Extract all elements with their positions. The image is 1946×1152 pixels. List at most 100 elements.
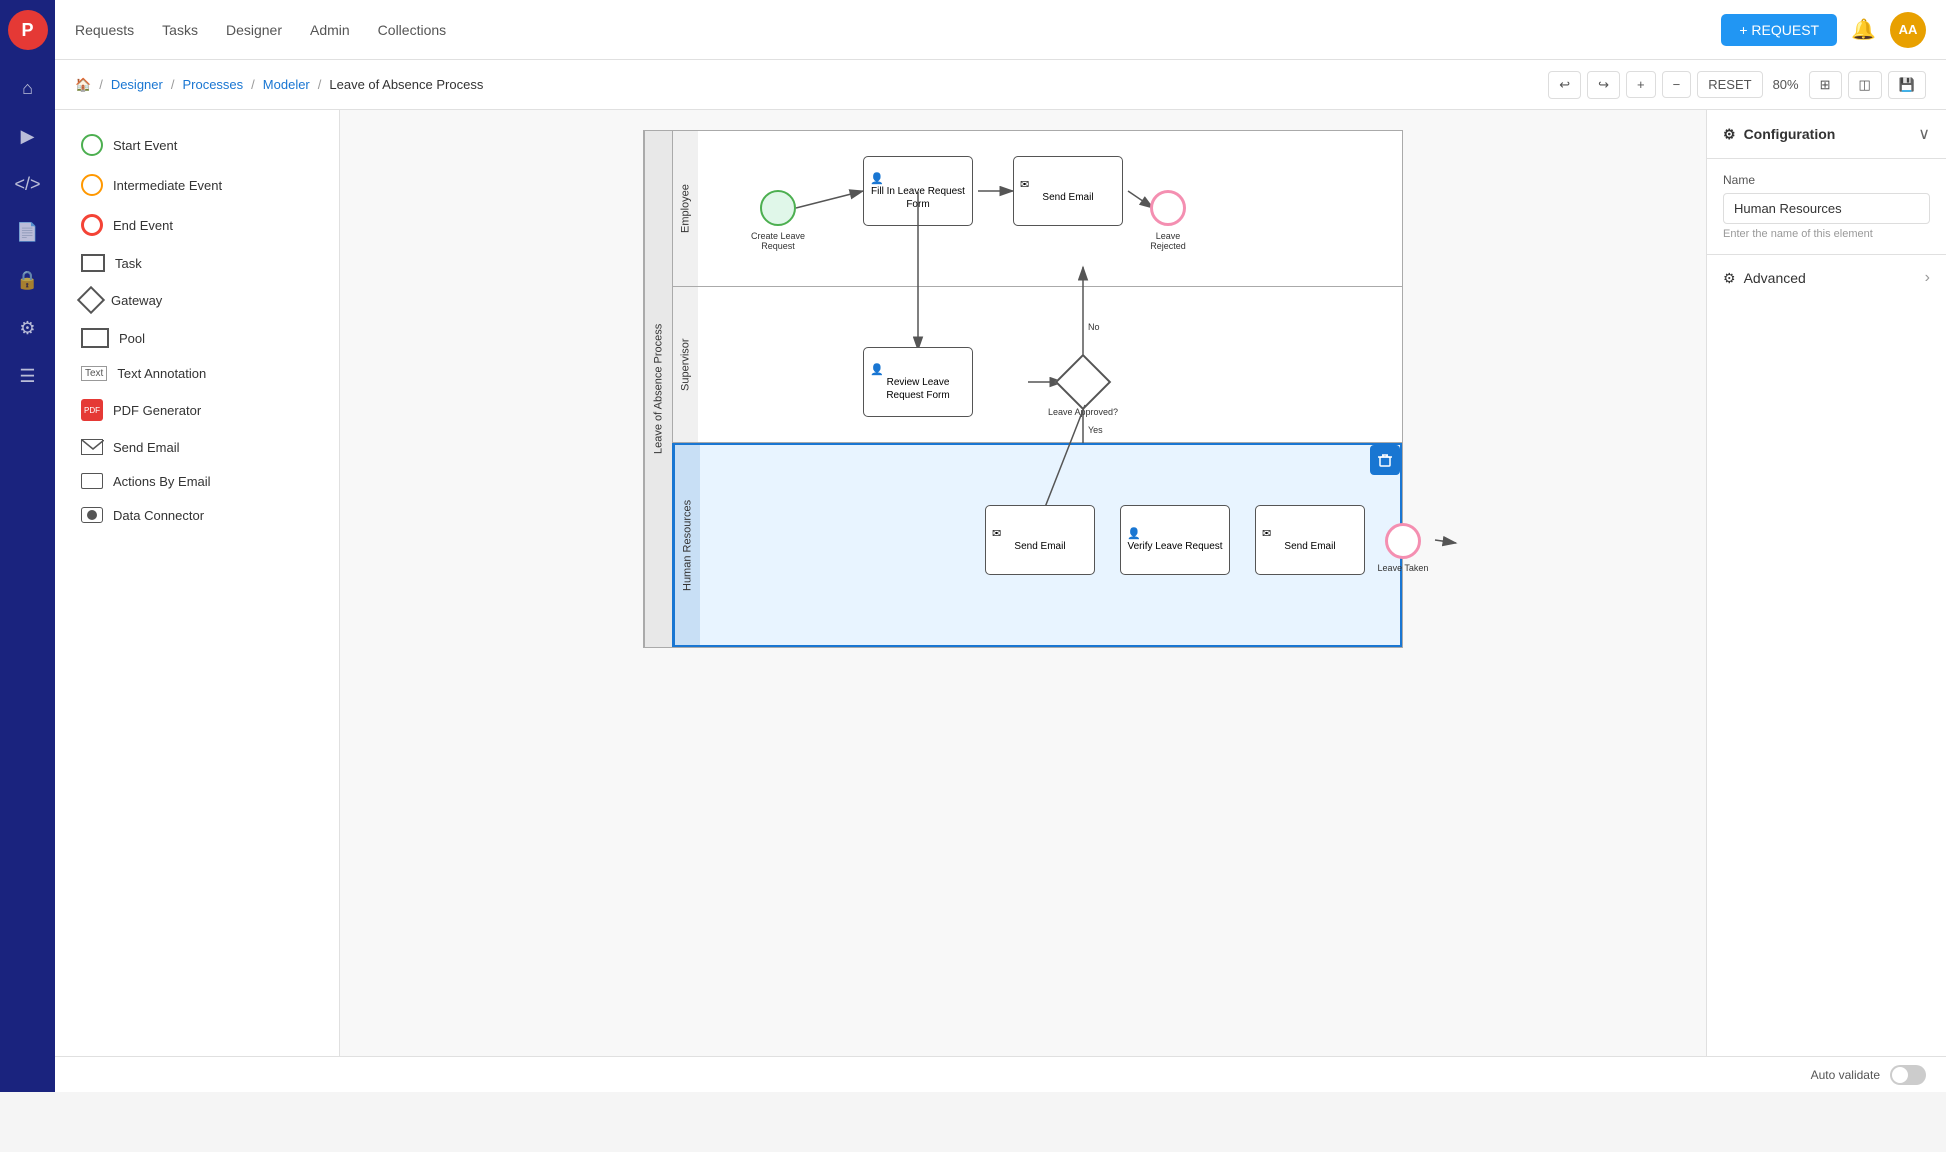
send-email-task-1[interactable]: ✉ Send Email [1013, 156, 1123, 226]
zoom-out-button[interactable]: − [1662, 71, 1692, 98]
sidebar-icon-menu[interactable]: ☰ [8, 356, 48, 396]
config-name-section: Name Enter the name of this element [1707, 159, 1946, 255]
panel-item-start-event[interactable]: Start Event [71, 126, 323, 164]
human-resources-lane[interactable]: Human Resources [672, 443, 1402, 647]
nav-designer[interactable]: Designer [226, 22, 282, 38]
advanced-row[interactable]: ⚙ Advanced › [1707, 255, 1946, 301]
fill-form-task[interactable]: 👤 Fill In Leave Request Form [863, 156, 973, 226]
pool-icon [81, 328, 109, 348]
leave-approved-gateway[interactable] [1055, 354, 1112, 411]
employee-lane-label: Employee [672, 131, 698, 286]
fit-button[interactable]: ⊞ [1809, 71, 1842, 99]
breadcrumb-current: Leave of Absence Process [329, 77, 483, 92]
send-email-task-2[interactable]: ✉ Send Email [985, 505, 1095, 575]
panel-item-send-email[interactable]: Send Email [71, 431, 323, 463]
sidebar-icon-code[interactable]: </> [8, 164, 48, 204]
leave-taken-event[interactable] [1385, 523, 1421, 559]
verify-leave-task[interactable]: 👤 Verify Leave Request [1120, 505, 1230, 575]
sidebar-icon-gear[interactable]: ⚙ [8, 308, 48, 348]
panel-item-task-label: Task [115, 256, 142, 271]
undo-button[interactable]: ↩ [1548, 71, 1581, 99]
sidebar-icon-play[interactable]: ▶ [8, 116, 48, 156]
start-event-icon [81, 134, 103, 156]
nav-admin[interactable]: Admin [310, 22, 350, 38]
leave-rejected-event[interactable] [1150, 190, 1186, 226]
hr-lane-label: Human Resources [674, 445, 700, 645]
name-input[interactable] [1723, 193, 1930, 224]
supervisor-lane-content: 👤 Review Leave Request Form Leave Approv… [698, 287, 1402, 442]
main-container: Start Event Intermediate Event End Event… [55, 60, 1946, 1092]
gateway-icon [77, 286, 105, 314]
config-chevron-icon[interactable]: ∨ [1918, 124, 1930, 144]
sidebar-icon-lock[interactable]: 🔒 [8, 260, 48, 300]
breadcrumb-processes[interactable]: Processes [182, 77, 243, 92]
reset-button[interactable]: RESET [1697, 71, 1762, 98]
supervisor-lane-label: Supervisor [672, 287, 698, 442]
panel-item-end-event-label: End Event [113, 218, 173, 233]
panel-item-text-annotation[interactable]: Text Text Annotation [71, 358, 323, 389]
panel-item-actions-by-email[interactable]: Actions By Email [71, 465, 323, 497]
text-annotation-icon: Text [81, 366, 107, 381]
pool-label: Leave of Absence Process [644, 131, 672, 647]
leave-taken-label: Leave Taken [1373, 563, 1433, 573]
send-email-icon [81, 439, 103, 455]
breadcrumb-home[interactable]: 🏠 [75, 77, 91, 93]
panel-item-data-connector-label: Data Connector [113, 508, 204, 523]
sidebar-icon-home[interactable]: ⌂ [8, 68, 48, 108]
left-panel: Start Event Intermediate Event End Event… [55, 110, 340, 1092]
panel-item-end-event[interactable]: End Event [71, 206, 323, 244]
task-icon [81, 254, 105, 272]
nav-right: + REQUEST 🔔 AA [1721, 12, 1926, 48]
panel-item-gateway[interactable]: Gateway [71, 282, 323, 318]
panel-item-pool[interactable]: Pool [71, 320, 323, 356]
leave-approved-label: Leave Approved? [1038, 407, 1128, 417]
panel-item-task[interactable]: Task [71, 246, 323, 280]
advanced-chevron-icon[interactable]: › [1925, 269, 1930, 287]
nav-requests[interactable]: Requests [75, 22, 134, 38]
actions-by-email-icon [81, 473, 103, 489]
toggle-knob [1892, 1067, 1908, 1083]
no-label: No [1088, 322, 1100, 332]
sidebar: P ⌂ ▶ </> 📄 🔒 ⚙ ☰ [0, 0, 55, 1092]
start-event-node[interactable] [760, 190, 796, 226]
minimap-button[interactable]: ◫ [1848, 71, 1882, 99]
create-leave-label: Create Leave Request [733, 231, 823, 251]
name-hint: Enter the name of this element [1723, 228, 1930, 240]
nav-tasks[interactable]: Tasks [162, 22, 198, 38]
end-event-icon [81, 214, 103, 236]
panel-item-pdf-label: PDF Generator [113, 403, 201, 418]
sidebar-icon-document[interactable]: 📄 [8, 212, 48, 252]
save-button[interactable]: 💾 [1888, 71, 1926, 99]
review-form-task[interactable]: 👤 Review Leave Request Form [863, 347, 973, 417]
panel-item-intermediate-event[interactable]: Intermediate Event [71, 166, 323, 204]
employee-lane: Employee [672, 131, 1402, 287]
top-nav: Requests Tasks Designer Admin Collection… [55, 0, 1946, 60]
advanced-label: ⚙ Advanced [1723, 270, 1806, 287]
employee-lane-content: Create Leave Request 👤 Fill In Leave Req… [698, 131, 1402, 286]
breadcrumb-designer[interactable]: Designer [111, 77, 163, 92]
panel-item-data-connector[interactable]: Data Connector [71, 499, 323, 531]
send-email-task-3[interactable]: ✉ Send Email [1255, 505, 1365, 575]
config-title: ⚙ Configuration [1723, 126, 1835, 143]
zoom-level: 80% [1769, 77, 1803, 92]
leave-rejected-label: Leave Rejected [1138, 231, 1198, 251]
redo-button[interactable]: ↪ [1587, 71, 1620, 99]
panel-item-gateway-label: Gateway [111, 293, 162, 308]
canvas-inner: Leave of Absence Process Employee [473, 130, 1573, 810]
panel-item-pdf-generator[interactable]: PDF PDF Generator [71, 391, 323, 429]
breadcrumb-modeler[interactable]: Modeler [263, 77, 310, 92]
delete-button[interactable] [1370, 445, 1400, 475]
name-label: Name [1723, 173, 1930, 187]
request-button[interactable]: + REQUEST [1721, 14, 1837, 46]
yes-label: Yes [1088, 425, 1103, 435]
auto-validate-toggle[interactable] [1890, 1065, 1926, 1085]
gear-config-icon: ⚙ [1723, 126, 1736, 143]
nav-links: Requests Tasks Designer Admin Collection… [75, 22, 446, 38]
config-header: ⚙ Configuration ∨ [1707, 110, 1946, 159]
nav-collections[interactable]: Collections [378, 22, 446, 38]
bell-icon[interactable]: 🔔 [1851, 17, 1876, 42]
panel-item-text-label: Text Annotation [117, 366, 206, 381]
zoom-in-button[interactable]: + [1626, 71, 1656, 98]
canvas-area[interactable]: Leave of Absence Process Employee [340, 110, 1706, 1092]
trash-icon [1378, 453, 1392, 467]
